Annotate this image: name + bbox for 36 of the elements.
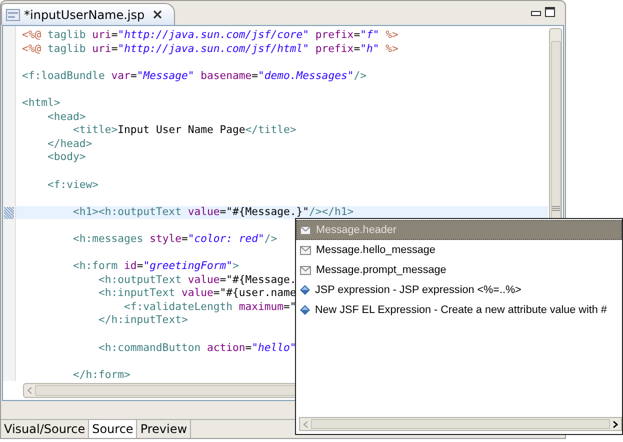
code-line: </head>: [48, 138, 92, 152]
code-line: <h:messages style="color: red"/>: [73, 232, 278, 246]
code-line: <h:commandButton action="hello": [98, 342, 296, 356]
editor-mode-tab[interactable]: Source: [89, 420, 138, 438]
code-line: <head>: [48, 110, 86, 124]
completion-item[interactable]: New JSF EL Expression - Create a new attribute value with #: [296, 300, 622, 320]
diamond-icon: [300, 305, 310, 315]
completion-item[interactable]: Message.hello_message: [296, 240, 622, 260]
code-line: </h:inputText>: [98, 314, 188, 328]
code-line: <%@ taglib uri="http://java.sun.com/jsf/html" prefix="h" %>: [22, 42, 398, 56]
code-line: </h:form>: [73, 368, 130, 381]
code-line: <f:view>: [48, 178, 99, 192]
envelope-icon: [300, 246, 311, 254]
grip-icon[interactable]: [552, 206, 560, 212]
close-icon[interactable]: [152, 10, 162, 19]
envelope-icon: [300, 266, 311, 274]
code-line: <h:form id="greetingForm">: [73, 260, 239, 274]
file-icon: [6, 8, 20, 20]
code-line: <h:inputText value="#{user.name: [98, 287, 296, 301]
code-line: <%@ taglib uri="http://java.sun.com/jsf/core" prefix="f" %>: [22, 29, 398, 43]
code-line: <h1><h:outputText value="#{Message.}"/></h1>: [73, 206, 354, 220]
maximize-icon[interactable]: [545, 7, 555, 17]
editor-tab[interactable]: *inputUserName.jsp: [1, 3, 175, 25]
code-line: <f:validateLength maximum=": [124, 300, 296, 314]
code-line: <title>Input User Name Page</title>: [73, 124, 296, 138]
diamond-icon: [300, 285, 310, 295]
horizontal-scrollbar[interactable]: [299, 417, 622, 431]
code-line: <f:loadBundle var="Message" basename="demo.Messages"/>: [22, 70, 366, 84]
envelope-icon: [300, 226, 311, 234]
code-line: <html>: [22, 96, 60, 111]
completion-item[interactable]: JSP expression - JSP expression <%=..%>: [296, 280, 622, 300]
editor-mode-tab[interactable]: Visual/Source: [1, 420, 90, 438]
minimize-icon[interactable]: [531, 11, 541, 17]
code-line: <h:outputText value="#{Message.: [98, 274, 296, 288]
completion-item[interactable]: Message.prompt_message: [296, 260, 622, 280]
code-line: <body>: [48, 151, 86, 165]
